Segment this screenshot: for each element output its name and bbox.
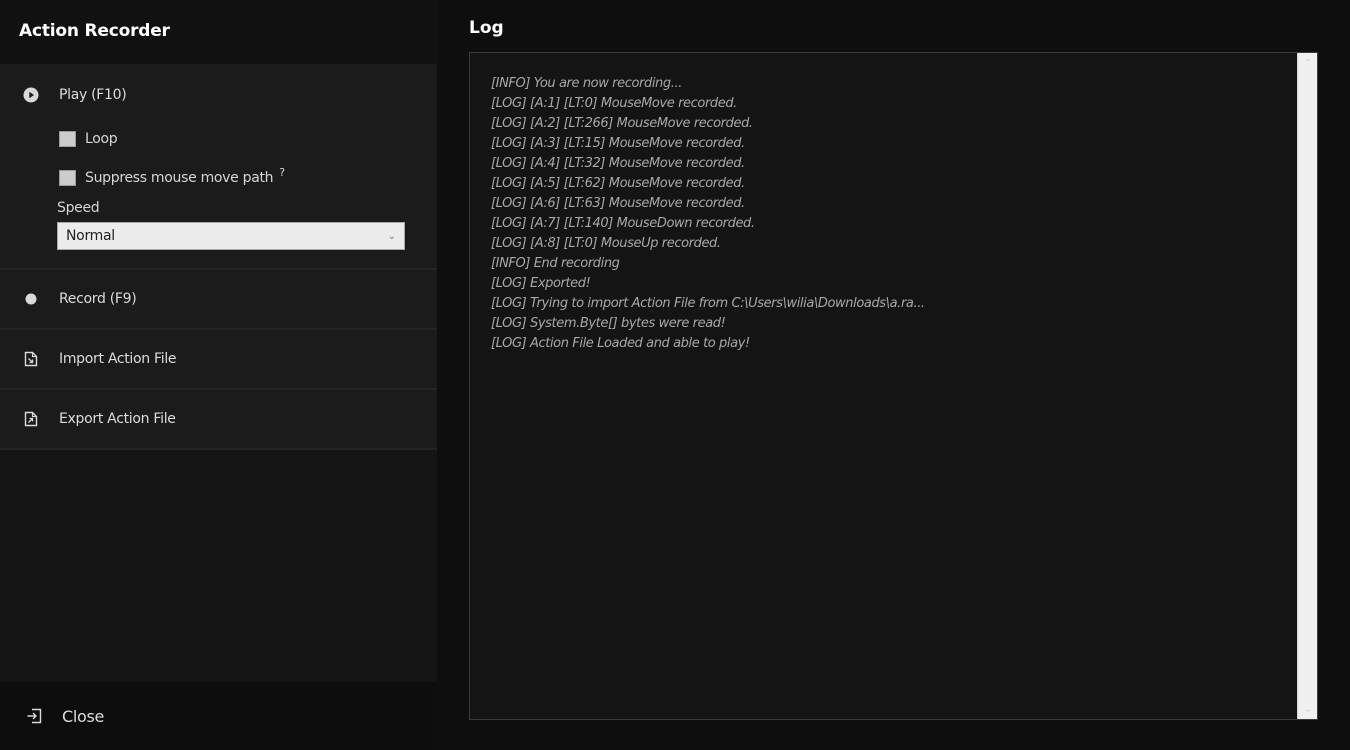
scroll-up-icon[interactable]: ⌃	[1298, 53, 1318, 73]
loop-checkbox[interactable]	[59, 131, 76, 147]
suppress-mouse-move-label: Suppress mouse move path	[85, 170, 274, 186]
close-button[interactable]: Close	[0, 682, 437, 750]
log-title: Log	[469, 18, 504, 38]
log-line: [LOG] [A:7] [LT:140] MouseDown recorded.	[491, 216, 755, 231]
export-action-file-button[interactable]: Export Action File	[0, 390, 437, 448]
app-title: Action Recorder	[19, 21, 170, 41]
import-action-file-button[interactable]: Import Action File	[0, 330, 437, 388]
play-circle-icon	[22, 86, 40, 104]
log-lines: [INFO] You are now recording... [LOG] [A:…	[491, 74, 1287, 354]
log-panel: Log [INFO] You are now recording... [LOG]…	[437, 0, 1350, 750]
import-section: Import Action File	[0, 330, 437, 390]
log-line: [LOG] [A:4] [LT:32] MouseMove recorded.	[491, 156, 745, 171]
file-export-icon	[22, 410, 40, 428]
log-line: [INFO] End recording	[491, 256, 620, 271]
menu: Play (F10) Loop Suppress mouse move path…	[0, 64, 437, 450]
file-import-icon	[22, 350, 40, 368]
play-label: Play (F10)	[59, 87, 127, 103]
log-line: [LOG] System.Byte[] bytes were read!	[491, 316, 726, 331]
export-section: Export Action File	[0, 390, 437, 450]
action-recorder-window: Action Recorder Play (F10) Loop Suppress…	[0, 0, 1350, 750]
sidebar-header: Action Recorder	[0, 0, 437, 64]
speed-select-value: Normal	[66, 228, 115, 244]
speed-label: Speed	[57, 200, 100, 216]
suppress-mouse-move-checkbox[interactable]	[59, 170, 76, 186]
log-line: [INFO] You are now recording...	[491, 76, 682, 91]
sidebar: Action Recorder Play (F10) Loop Suppress…	[0, 0, 437, 750]
log-line: [LOG] [A:6] [LT:63] MouseMove recorded.	[491, 196, 745, 211]
record-label: Record (F9)	[59, 291, 137, 307]
export-label: Export Action File	[59, 411, 176, 427]
log-line: [LOG] Exported!	[491, 276, 591, 291]
log-line: [LOG] [A:8] [LT:0] MouseUp recorded.	[491, 236, 721, 251]
log-line: [LOG] [A:5] [LT:62] MouseMove recorded.	[491, 176, 745, 191]
log-output[interactable]: [INFO] You are now recording... [LOG] [A:…	[469, 52, 1318, 720]
loop-checkbox-row[interactable]: Loop	[59, 126, 437, 152]
log-line: [LOG] Trying to import Action File from …	[491, 296, 925, 311]
exit-icon	[26, 708, 44, 724]
help-icon[interactable]: ?	[279, 166, 285, 179]
log-line: [LOG] [A:3] [LT:15] MouseMove recorded.	[491, 136, 745, 151]
record-button[interactable]: Record (F9)	[0, 270, 437, 328]
loop-label: Loop	[85, 131, 118, 147]
close-label: Close	[62, 706, 105, 726]
log-line: [LOG] [A:1] [LT:0] MouseMove recorded.	[491, 96, 737, 111]
play-section: Play (F10) Loop Suppress mouse move path…	[0, 64, 437, 270]
record-dot-icon	[22, 290, 40, 308]
log-line: [LOG] Action File Loaded and able to pla…	[491, 336, 750, 351]
scroll-down-icon[interactable]: ⌄	[1298, 699, 1318, 719]
suppress-checkbox-row[interactable]: Suppress mouse move path ?	[59, 165, 437, 191]
record-section: Record (F9)	[0, 270, 437, 330]
play-button[interactable]: Play (F10)	[0, 64, 437, 126]
log-scrollbar[interactable]: ⌃ ⌄	[1297, 53, 1317, 719]
chevron-down-icon: ⌄	[387, 230, 396, 242]
speed-select[interactable]: Normal ⌄	[57, 222, 405, 250]
import-label: Import Action File	[59, 351, 177, 367]
log-line: [LOG] [A:2] [LT:266] MouseMove recorded.	[491, 116, 753, 131]
